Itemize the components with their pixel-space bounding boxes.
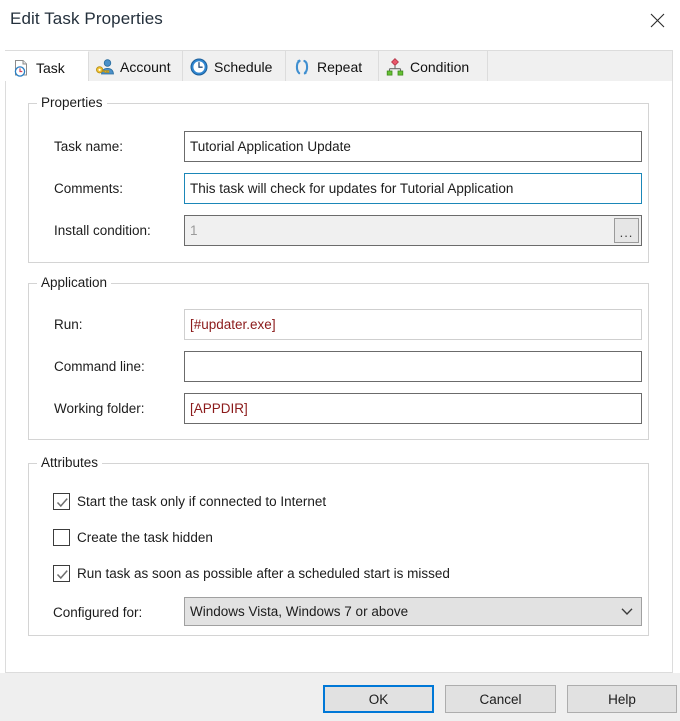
working-folder-label: Working folder: xyxy=(54,401,145,416)
cancel-button-label: Cancel xyxy=(479,691,522,707)
checkbox-label: Start the task only if connected to Inte… xyxy=(77,494,327,509)
task-name-value: Tutorial Application Update xyxy=(190,139,351,154)
checkbox-box xyxy=(53,529,70,546)
chevron-down-icon xyxy=(613,598,641,625)
run-input[interactable]: [#updater.exe] xyxy=(184,309,642,340)
attributes-group: Attributes Start the task only if connec… xyxy=(28,455,649,636)
working-folder-input[interactable]: [APPDIR] xyxy=(184,393,642,424)
attributes-group-title: Attributes xyxy=(37,455,103,470)
task-name-input[interactable]: Tutorial Application Update xyxy=(184,131,642,162)
window-title: Edit Task Properties xyxy=(10,9,163,28)
tab-task[interactable]: Task xyxy=(5,51,89,83)
condition-node-icon xyxy=(385,57,405,77)
install-condition-browse-label: ... xyxy=(619,225,634,240)
tab-strip: Task Account Schedule Repeat Condition xyxy=(5,50,673,83)
checkbox-create-task-hidden[interactable]: Create the task hidden xyxy=(53,529,213,546)
command-line-label: Command line: xyxy=(54,359,145,374)
application-group: Application Run: [#updater.exe] Command … xyxy=(28,275,649,440)
close-button[interactable] xyxy=(634,0,680,40)
check-mark-icon xyxy=(56,570,68,580)
check-mark-icon xyxy=(56,498,68,508)
checkbox-box xyxy=(53,493,70,510)
checkbox-box xyxy=(53,565,70,582)
document-clock-icon xyxy=(11,58,31,78)
comments-value: This task will check for updates for Tut… xyxy=(190,181,514,196)
tab-schedule-label: Schedule xyxy=(214,58,273,75)
clock-icon xyxy=(189,57,209,77)
checkbox-start-only-if-connected[interactable]: Start the task only if connected to Inte… xyxy=(53,493,326,510)
cancel-button[interactable]: Cancel xyxy=(445,685,556,713)
configured-for-select[interactable]: Windows Vista, Windows 7 or above xyxy=(184,597,642,626)
install-condition-value: 1 xyxy=(190,223,198,238)
properties-group: Properties Task name: Tutorial Applicati… xyxy=(28,95,649,263)
edit-task-properties-dialog: Edit Task Properties Task Account Schedu… xyxy=(0,0,680,721)
comments-input[interactable]: This task will check for updates for Tut… xyxy=(184,173,642,204)
comments-label: Comments: xyxy=(54,181,124,196)
configured-for-value: Windows Vista, Windows 7 or above xyxy=(190,604,409,619)
install-condition-browse-button[interactable]: ... xyxy=(614,218,639,243)
install-condition-input[interactable]: 1 ... xyxy=(184,215,642,246)
task-tab-panel: Properties Task name: Tutorial Applicati… xyxy=(5,81,673,673)
dialog-footer: OK Cancel Help xyxy=(0,673,680,721)
user-key-icon xyxy=(95,57,115,77)
checkbox-run-asap-after-missed-start[interactable]: Run task as soon as possible after a sch… xyxy=(53,565,450,582)
run-value: [#updater.exe] xyxy=(190,317,276,332)
close-icon xyxy=(650,13,665,28)
application-group-title: Application xyxy=(37,275,112,290)
repeat-arrows-icon xyxy=(292,57,312,77)
tab-account[interactable]: Account xyxy=(89,51,183,82)
ok-button[interactable]: OK xyxy=(323,685,434,713)
working-folder-value: [APPDIR] xyxy=(190,401,248,416)
configured-for-label: Configured for: xyxy=(53,605,143,620)
task-name-label: Task name: xyxy=(54,139,124,154)
properties-group-title: Properties xyxy=(37,95,107,110)
help-button-label: Help xyxy=(608,691,636,707)
tab-account-label: Account xyxy=(120,58,171,75)
tab-repeat-label: Repeat xyxy=(317,58,363,75)
tab-task-label: Task xyxy=(36,59,65,76)
help-button[interactable]: Help xyxy=(567,685,677,713)
checkbox-label: Run task as soon as possible after a sch… xyxy=(77,566,450,581)
run-label: Run: xyxy=(54,317,83,332)
tab-condition-label: Condition xyxy=(410,58,470,75)
tab-condition[interactable]: Condition xyxy=(379,51,488,82)
ok-button-label: OK xyxy=(368,691,389,707)
command-line-input[interactable] xyxy=(184,351,642,382)
tab-repeat[interactable]: Repeat xyxy=(286,51,379,82)
checkbox-label: Create the task hidden xyxy=(77,530,213,545)
install-condition-label: Install condition: xyxy=(54,223,151,238)
title-bar: Edit Task Properties xyxy=(0,0,680,44)
tab-schedule[interactable]: Schedule xyxy=(183,51,286,82)
